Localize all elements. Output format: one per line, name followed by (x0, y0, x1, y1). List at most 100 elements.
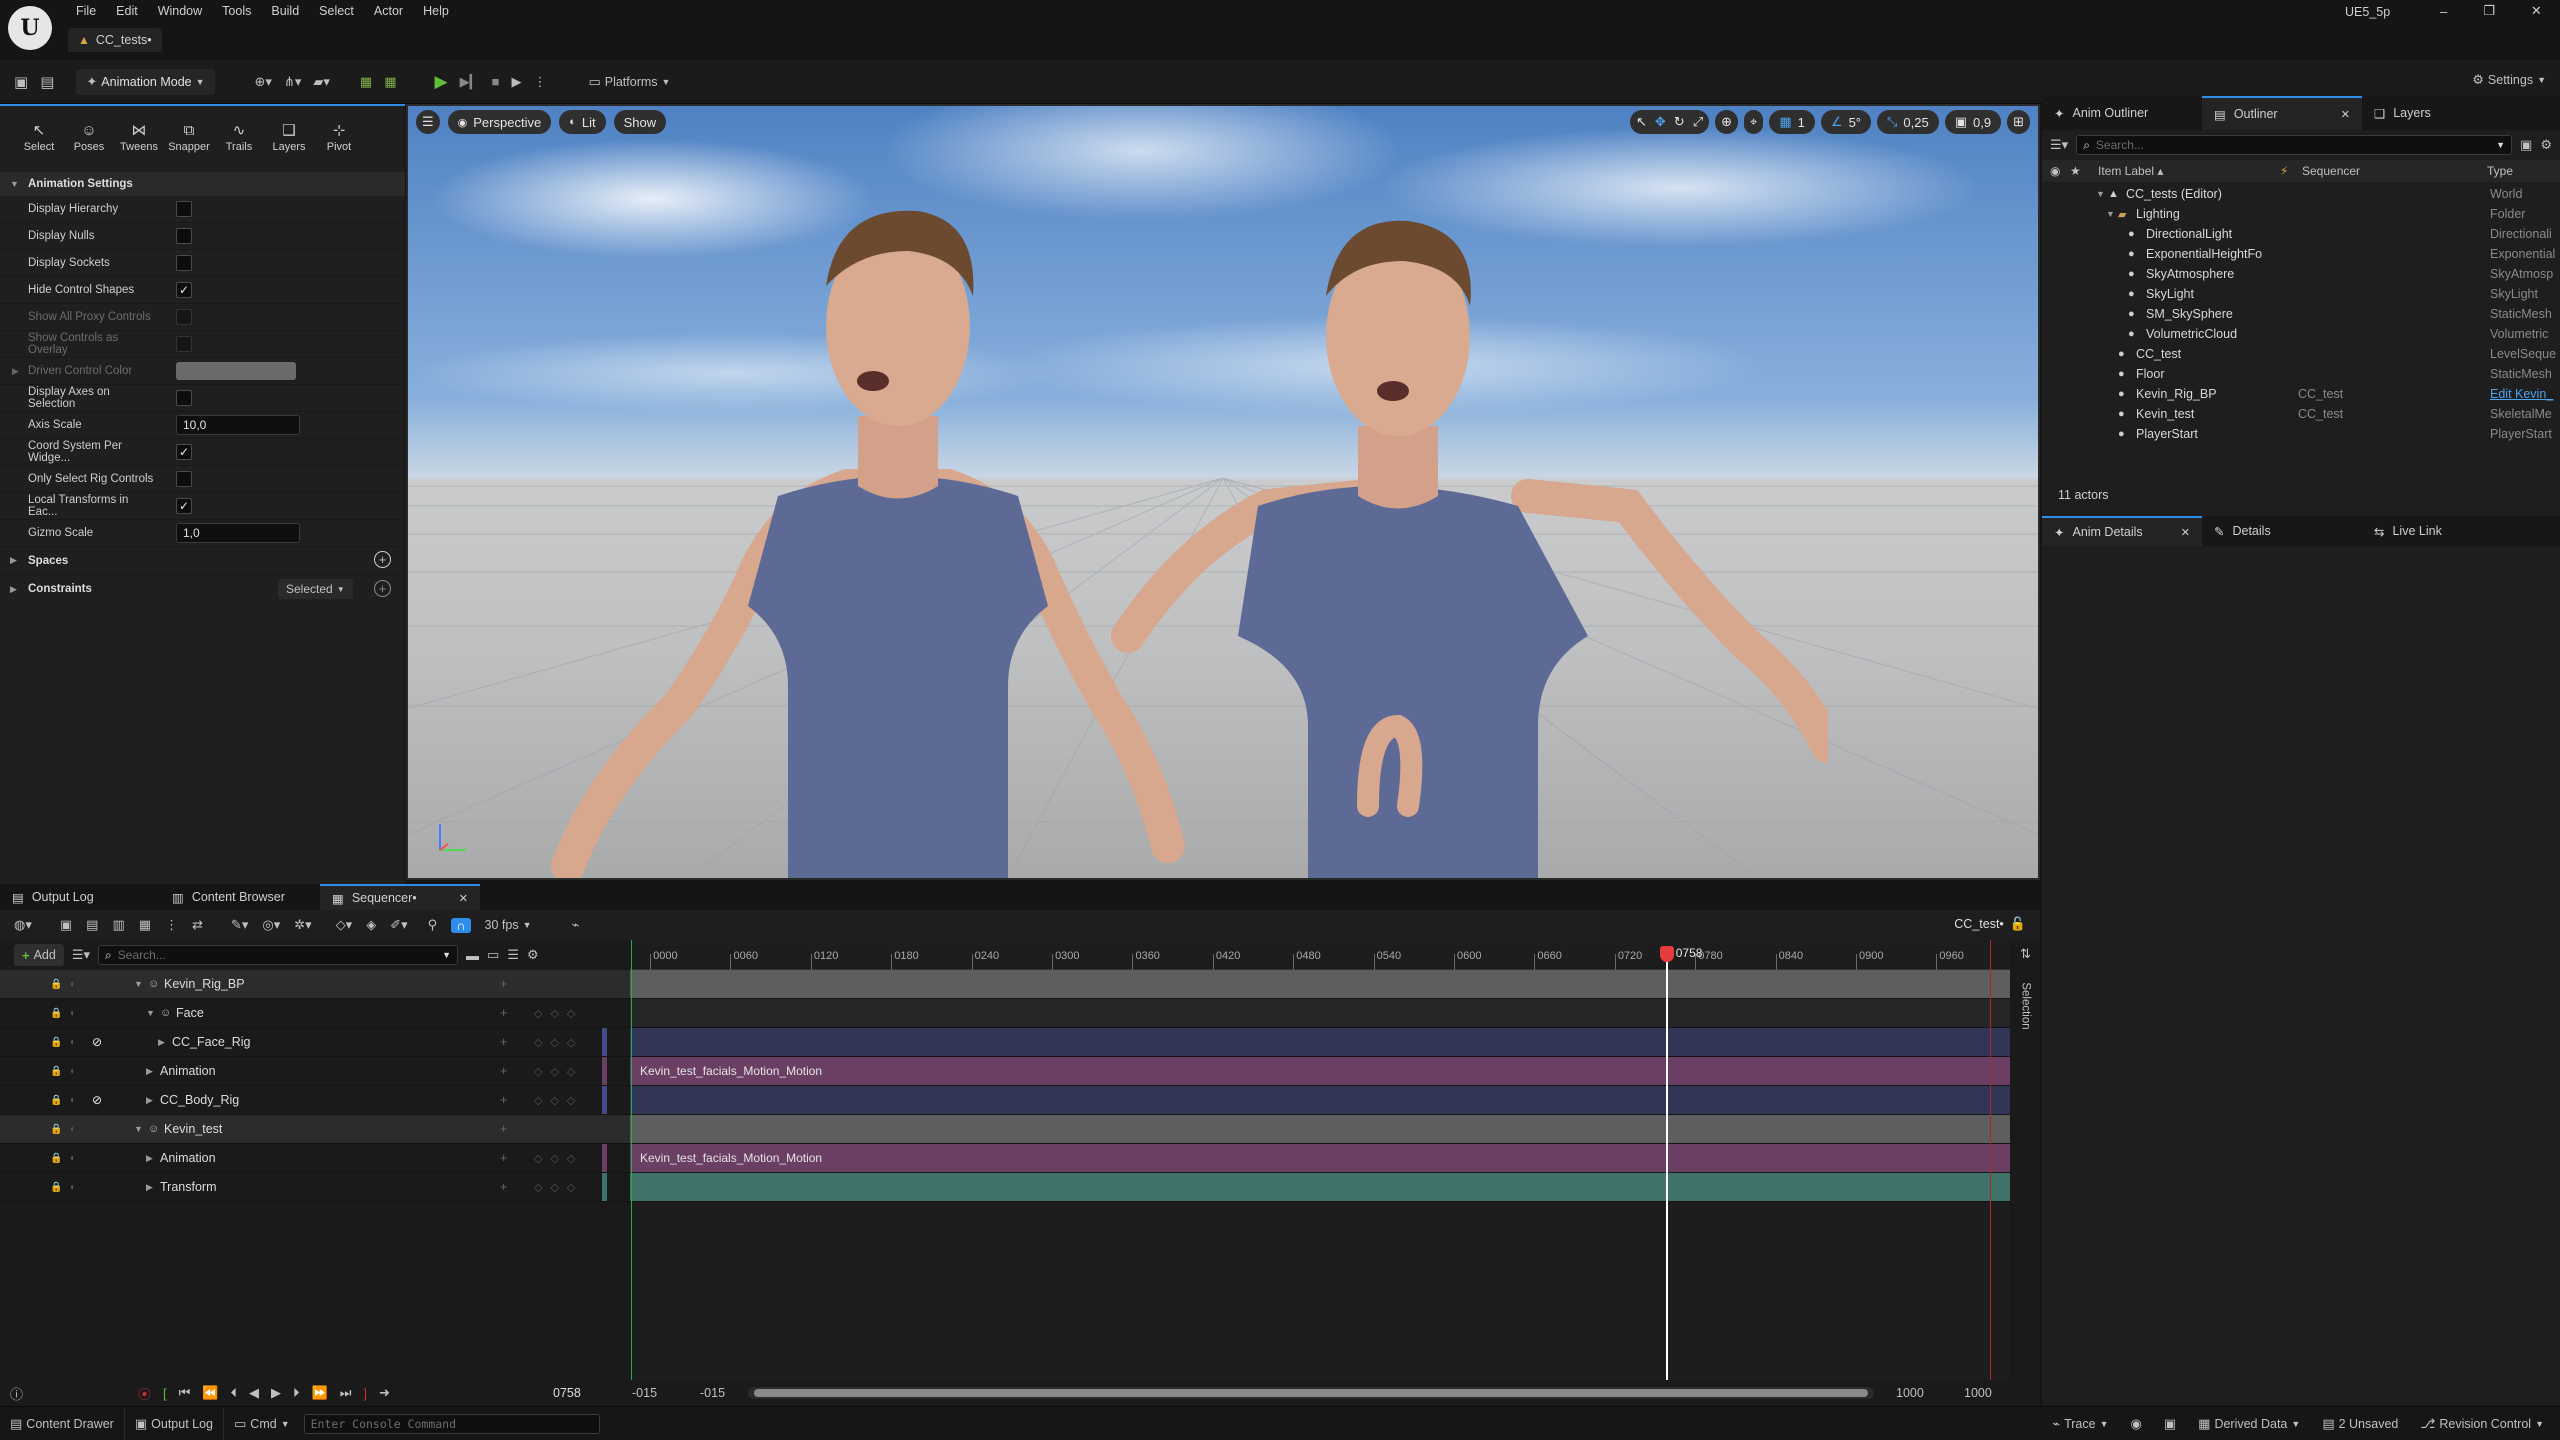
setting-number-input[interactable]: 1,0 (176, 523, 300, 543)
tab-layers[interactable]: ❑ Layers (2362, 96, 2522, 130)
track-arrow-icon[interactable]: ▶ (158, 1037, 165, 1048)
filter-icon[interactable]: ☰▾ (72, 947, 90, 963)
lock-icon[interactable]: 🔓 (2010, 916, 2026, 932)
disabled-icon[interactable]: ⊘ (92, 1093, 102, 1107)
play-reverse-icon[interactable]: ◀ (249, 1385, 259, 1401)
marker-icon[interactable]: ⚲ (428, 917, 438, 933)
coord-space-button[interactable]: ⊕ (1715, 110, 1739, 134)
fps-dropdown[interactable]: 30 fps ▼ (485, 918, 532, 932)
tab-live-link[interactable]: ⇆ Live Link (2362, 516, 2522, 546)
setting-checkbox[interactable] (176, 471, 192, 487)
add-folder-icon[interactable]: ▣ (2520, 137, 2532, 153)
view-icon[interactable]: ◎▾ (262, 917, 280, 933)
menu-actor[interactable]: Actor (364, 0, 413, 22)
playhead-marker[interactable] (1659, 946, 1674, 962)
character-kevin-test[interactable] (1068, 166, 1828, 880)
scrollbar-thumb[interactable] (754, 1389, 1868, 1397)
platforms-dropdown[interactable]: ▭ Platforms ▼ (588, 74, 670, 90)
key-tools-icon[interactable]: ✎▾ (231, 917, 248, 933)
track-arrow-icon[interactable]: ▶ (146, 1095, 153, 1106)
setting-number-input[interactable]: 10,0 (176, 415, 300, 435)
tool-trails[interactable]: ∿ Trails (214, 121, 264, 153)
transform-tools[interactable]: ↖ ✥ ↻ ⤢ (1630, 110, 1710, 134)
tab-anim-details[interactable]: ✦ Anim Details ✕ (2042, 516, 2202, 546)
add-track-button[interactable]: + Add (14, 944, 64, 966)
menu-tools[interactable]: Tools (212, 0, 261, 22)
solo-icon[interactable]: ◐ (70, 1066, 76, 1077)
spaces-header[interactable]: ▶ Spaces + (0, 547, 405, 575)
col-sequencer[interactable]: Sequencer (2302, 164, 2360, 178)
track-arrow-icon[interactable]: ▶ (146, 1182, 153, 1193)
tree-arrow-icon[interactable]: ▼ (2106, 209, 2115, 219)
rotate-icon[interactable]: ↻ (1674, 114, 1685, 130)
perspective-button[interactable]: ◉ Perspective (447, 110, 552, 134)
film-icon[interactable]: ▦ (139, 917, 151, 933)
key-nav-icon[interactable]: ◇◇◇ (534, 1094, 583, 1107)
magnet-icon[interactable]: ∩ (451, 917, 471, 933)
outliner-row[interactable]: ● PlayerStart PlayerStart (2042, 424, 2560, 444)
track-bar[interactable] (630, 1115, 2010, 1144)
jump-end-icon[interactable]: ⏭ (340, 1385, 352, 1401)
play-icon[interactable]: ▶ (435, 72, 448, 92)
list-icon[interactable]: ☰ (507, 947, 519, 963)
minimize-icon[interactable]: – (2440, 4, 2447, 19)
time-ruler[interactable]: 0000 0060 0120 0180 0240 0300 0360 0420 0480 0540… (630, 940, 2010, 970)
add-actor-icon[interactable]: ⊕▾ (255, 74, 272, 90)
tool-snapper[interactable]: ⧉ Snapper (164, 122, 214, 153)
maximize-icon[interactable]: ❐ (2483, 3, 2495, 19)
settings-button[interactable]: ⚙ Settings ▼ (2472, 72, 2546, 88)
lock-icon[interactable]: 🔒 (50, 1066, 62, 1077)
outliner-row[interactable]: ● Kevin_Rig_BP CC_test Edit Kevin_ (2042, 384, 2560, 404)
visibility-icon[interactable]: ◉ (2050, 164, 2060, 178)
expand-icon[interactable]: ▭ (487, 947, 499, 963)
menu-edit[interactable]: Edit (106, 0, 148, 22)
menu-select[interactable]: Select (309, 0, 364, 22)
lock-icon[interactable]: 🔒 (50, 1153, 62, 1164)
lock-icon[interactable]: 🔒 (50, 1182, 62, 1193)
track-row[interactable]: 🔒 ◐ ▶ Animation + ◇◇◇ (0, 1144, 630, 1173)
tab-outliner[interactable]: ▤ Outliner ✕ (2202, 96, 2362, 130)
track-arrow-icon[interactable]: ▼ (134, 1124, 143, 1134)
surface-snap-button[interactable]: ⌖ (1744, 110, 1764, 134)
diamond-icon[interactable]: ◈ (366, 917, 376, 933)
disabled-icon[interactable]: ⊘ (92, 1035, 102, 1049)
next-frame-icon[interactable]: ⏵ (293, 1385, 300, 1401)
track-row[interactable]: 🔒 ◐ ▼ ☺ Face + ◇◇◇ (0, 999, 630, 1028)
viewport-layout-button[interactable]: ⊞ (2007, 110, 2030, 134)
outliner-row[interactable]: ● SM_SkySphere StaticMesh (2042, 304, 2560, 324)
menu-build[interactable]: Build (261, 0, 309, 22)
show-button[interactable]: Show (613, 110, 667, 134)
solo-icon[interactable]: ◐ (70, 1153, 76, 1164)
tool-tweens[interactable]: ⋈ Tweens (114, 121, 164, 153)
track-row[interactable]: 🔒 ◐ ▼ ☺ Kevin_test + (0, 1115, 630, 1144)
stop-icon[interactable]: ■ (492, 74, 500, 89)
col-type[interactable]: Type (2487, 164, 2513, 178)
add-key-icon[interactable]: + (500, 977, 507, 991)
step-icon[interactable]: ▶▎ (460, 74, 480, 90)
mode-dropdown[interactable]: ✦ Animation Mode ▼ (76, 68, 215, 95)
prev-key-icon[interactable]: ⏪ (202, 1385, 218, 1401)
lock-icon[interactable]: 🔒 (50, 1095, 62, 1106)
derived-data-dropdown[interactable]: ▦ Derived Data ▼ (2198, 1416, 2300, 1432)
anim-settings-header[interactable]: ▼ Animation Settings (0, 172, 405, 196)
solo-icon[interactable]: ◐ (70, 979, 76, 990)
view-end-frame[interactable]: 1000 (1964, 1386, 1992, 1400)
auto-key-icon[interactable]: ✲▾ (294, 917, 311, 933)
tree-arrow-icon[interactable]: ▼ (2096, 189, 2105, 199)
col-item-label[interactable]: Item Label ▴ (2098, 164, 2163, 178)
build-icon[interactable]: ▦ (384, 74, 396, 90)
save-icon[interactable]: ▣ (14, 73, 28, 91)
camera-speed-button[interactable]: ▣ 0,9 (1944, 110, 2002, 134)
outliner-row[interactable]: ● CC_test LevelSeque (2042, 344, 2560, 364)
tab-details[interactable]: ✎ Details (2202, 516, 2362, 546)
add-key-icon[interactable]: + (500, 1093, 507, 1107)
key-nav-icon[interactable]: ◇◇◇ (534, 1036, 583, 1049)
console-input[interactable]: Enter Console Command (303, 1413, 600, 1434)
playhead[interactable] (1665, 946, 1668, 1380)
outliner-row[interactable]: ● SkyLight SkyLight (2042, 284, 2560, 304)
constraints-header[interactable]: ▶ Constraints Selected ▼ + (0, 575, 405, 603)
track-row[interactable]: 🔒 ◐ ▶ Transform + ◇◇◇ (0, 1173, 630, 1202)
tool-pivot[interactable]: ⊹ Pivot (314, 121, 364, 153)
close-icon[interactable]: ✕ (2181, 526, 2190, 539)
play-icon[interactable]: ▶ (271, 1385, 281, 1401)
